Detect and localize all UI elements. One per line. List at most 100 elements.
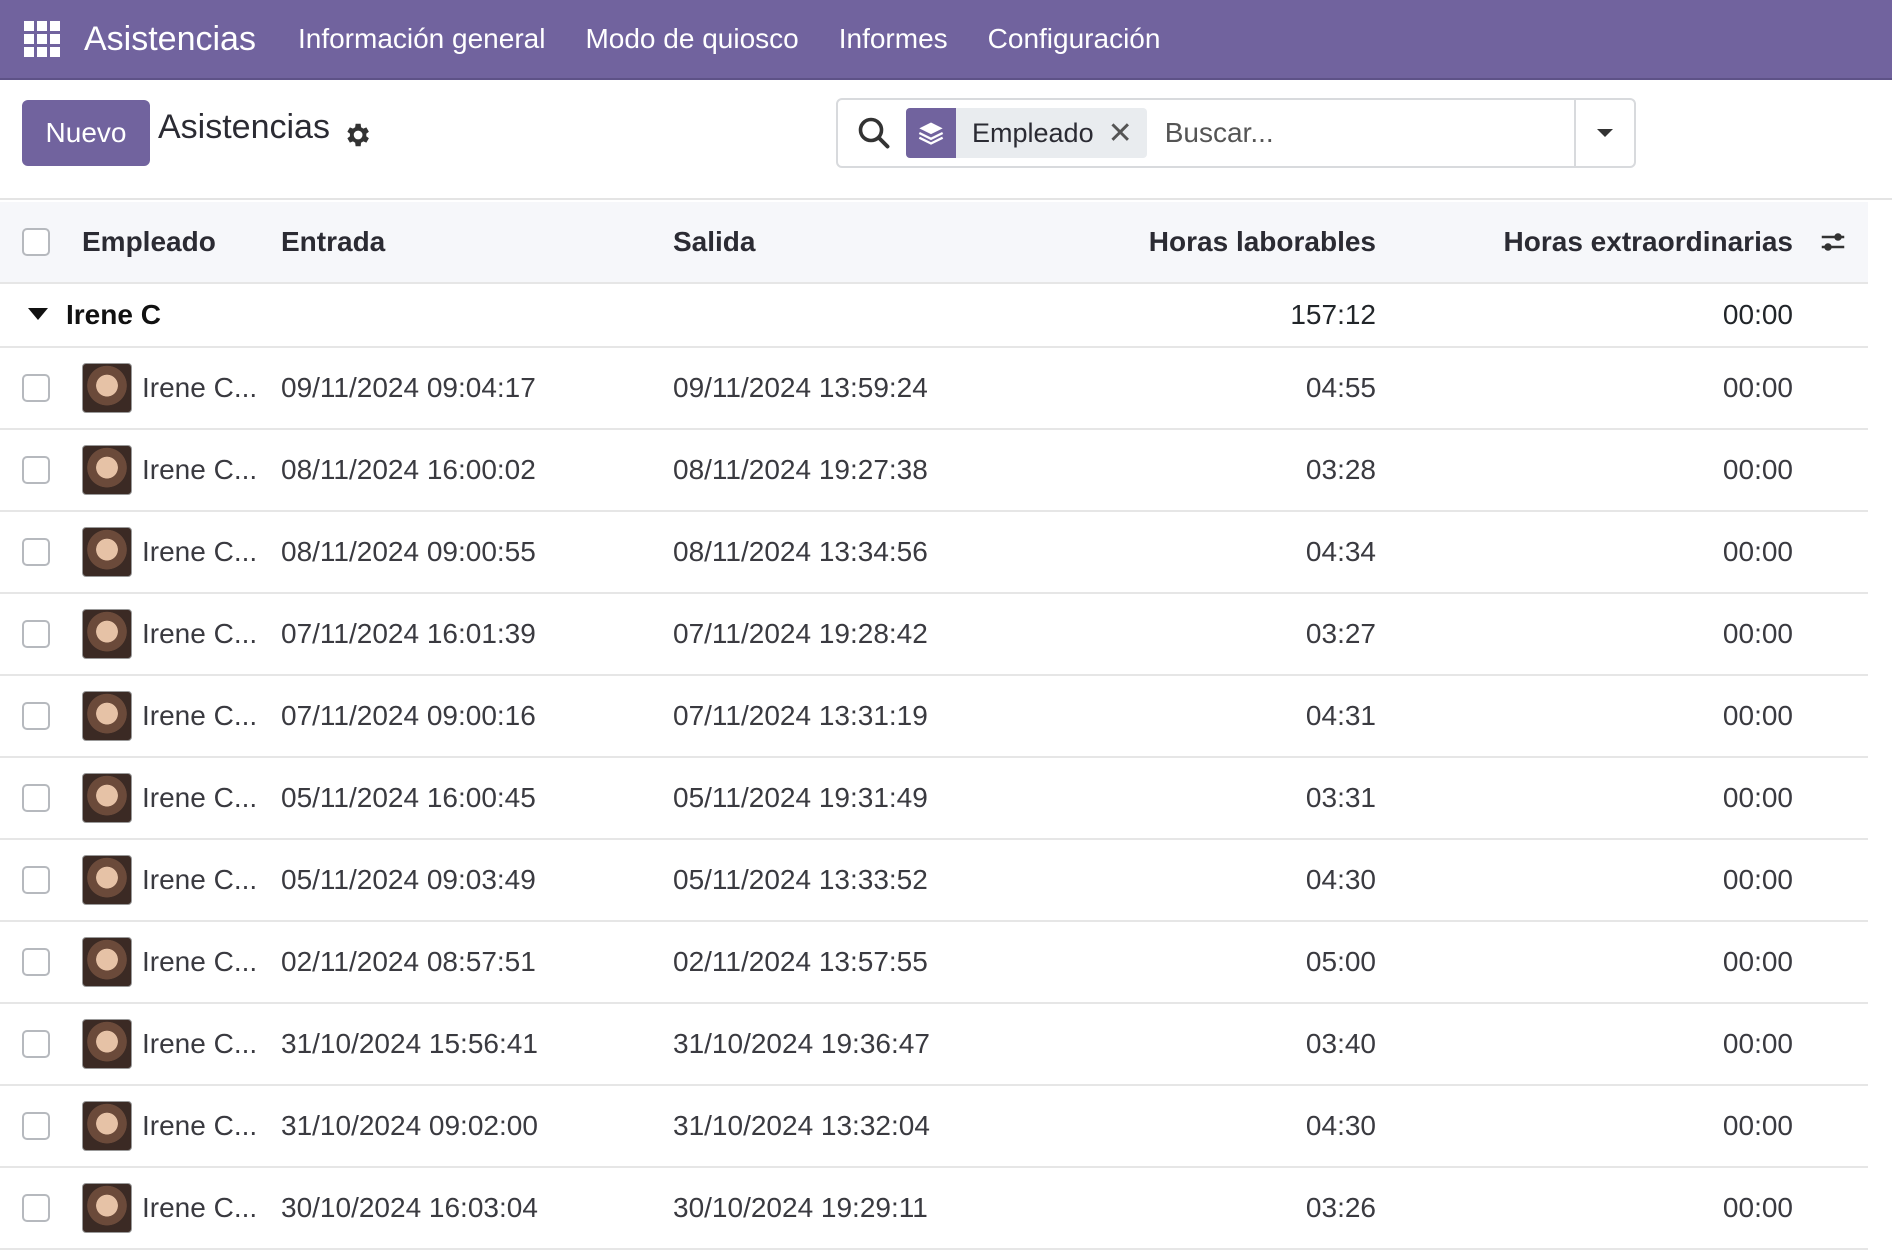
avatar [82, 1183, 132, 1233]
employee-cell: Irene C... [82, 430, 257, 510]
check-in-cell: 05/11/2024 16:00:45 [281, 782, 536, 813]
header-employee[interactable]: Empleado [82, 202, 216, 282]
table-row[interactable]: Irene C... 31/10/2024 09:02:00 31/10/2024 … [0, 1086, 1868, 1168]
gear-icon[interactable] [342, 120, 372, 150]
sliders-icon[interactable] [1818, 227, 1848, 257]
table-row[interactable]: Irene C... 09/11/2024 09:04:17 09/11/2024 … [0, 348, 1868, 430]
row-checkbox[interactable] [22, 702, 50, 730]
employee-cell: Irene C... [82, 922, 257, 1002]
header-check-in[interactable]: Entrada [281, 202, 385, 282]
nav-item-reports[interactable]: Informes [839, 23, 948, 55]
worked-hours-cell: 04:30 [1305, 864, 1376, 895]
employee-name: Irene C... [142, 1110, 258, 1141]
table-row[interactable]: Irene C... 30/10/2024 16:03:04 30/10/2024 … [0, 1168, 1868, 1250]
group-extra-hours: 00:00 [1722, 299, 1793, 330]
table-row[interactable]: Irene C... 07/11/2024 09:00:16 07/11/2024 … [0, 676, 1868, 758]
employee-cell: Irene C... [82, 676, 257, 756]
row-checkbox[interactable] [22, 784, 50, 812]
extra-hours-cell: 00:00 [1722, 782, 1793, 813]
facet-label: Empleado [972, 117, 1094, 148]
worked-hours-cell: 04:30 [1305, 1110, 1376, 1141]
avatar [82, 773, 132, 823]
worked-hours-cell: 04:34 [1305, 536, 1376, 567]
table-row[interactable]: Irene C... 05/11/2024 09:03:49 05/11/2024 … [0, 840, 1868, 922]
row-checkbox[interactable] [22, 1194, 50, 1222]
extra-hours-cell: 00:00 [1722, 1028, 1793, 1059]
page-title: Asistencias [158, 108, 330, 146]
new-button[interactable]: Nuevo [22, 100, 150, 166]
search-input[interactable] [1162, 116, 1574, 150]
search-options-toggle[interactable] [1574, 100, 1634, 166]
check-in-cell: 31/10/2024 09:02:00 [281, 1110, 538, 1141]
employee-name: Irene C... [142, 454, 258, 485]
employee-cell: Irene C... [82, 1004, 257, 1084]
check-out-cell: 07/11/2024 13:31:19 [673, 700, 928, 731]
check-out-cell: 09/11/2024 13:59:24 [673, 372, 928, 403]
table-row[interactable]: Irene C... 31/10/2024 15:56:41 31/10/2024 … [0, 1004, 1868, 1086]
extra-hours-cell: 00:00 [1722, 618, 1793, 649]
row-checkbox[interactable] [22, 620, 50, 648]
table-row[interactable]: Irene C... 07/11/2024 16:01:39 07/11/2024 … [0, 594, 1868, 676]
employee-name: Irene C... [142, 700, 258, 731]
header-worked-hours[interactable]: Horas laborables [1149, 202, 1376, 282]
employee-name: Irene C... [142, 946, 258, 977]
avatar [82, 937, 132, 987]
employee-name: Irene C... [142, 782, 258, 813]
check-in-cell: 08/11/2024 16:00:02 [281, 454, 536, 485]
search-facet-employee: Empleado ✕ [906, 108, 1147, 158]
avatar [82, 445, 132, 495]
extra-hours-cell: 00:00 [1722, 372, 1793, 403]
row-checkbox[interactable] [22, 538, 50, 566]
row-checkbox[interactable] [22, 374, 50, 402]
table-row[interactable]: Irene C... 08/11/2024 16:00:02 08/11/2024 … [0, 430, 1868, 512]
employee-cell: Irene C... [82, 348, 257, 428]
select-all-checkbox[interactable] [22, 228, 50, 256]
table-row[interactable]: Irene C... 02/11/2024 08:57:51 02/11/2024 … [0, 922, 1868, 1004]
app-brand[interactable]: Asistencias [84, 20, 256, 59]
nav-item-general-info[interactable]: Información general [298, 23, 545, 55]
table-row[interactable]: Irene C... 05/11/2024 16:00:45 05/11/2024 … [0, 758, 1868, 840]
nav-item-kiosk-mode[interactable]: Modo de quiosco [585, 23, 798, 55]
avatar [82, 527, 132, 577]
group-row[interactable]: Irene C 157:12 00:00 [0, 284, 1868, 348]
row-checkbox[interactable] [22, 1030, 50, 1058]
check-in-cell: 08/11/2024 09:00:55 [281, 536, 536, 567]
worked-hours-cell: 03:40 [1305, 1028, 1376, 1059]
employee-name: Irene C... [142, 1192, 258, 1223]
worked-hours-cell: 03:31 [1305, 782, 1376, 813]
header-extra-hours[interactable]: Horas extraordinarias [1504, 202, 1793, 282]
avatar [82, 691, 132, 741]
worked-hours-cell: 04:55 [1305, 372, 1376, 403]
employee-cell: Irene C... [82, 594, 257, 674]
table-row[interactable]: Irene C... 08/11/2024 09:00:55 08/11/2024 … [0, 512, 1868, 594]
check-in-cell: 02/11/2024 08:57:51 [281, 946, 536, 977]
worked-hours-cell: 03:26 [1305, 1192, 1376, 1223]
layers-icon [906, 108, 956, 158]
header-check-out[interactable]: Salida [673, 202, 755, 282]
caret-down-icon [1597, 129, 1613, 137]
employee-name: Irene C... [142, 864, 258, 895]
row-checkbox[interactable] [22, 948, 50, 976]
apps-grid-icon[interactable] [24, 21, 60, 57]
extra-hours-cell: 00:00 [1722, 946, 1793, 977]
row-checkbox[interactable] [22, 1112, 50, 1140]
close-icon[interactable]: ✕ [1108, 116, 1147, 151]
employee-cell: Irene C... [82, 758, 257, 838]
worked-hours-cell: 03:28 [1305, 454, 1376, 485]
nav-item-configuration[interactable]: Configuración [988, 23, 1161, 55]
row-checkbox[interactable] [22, 456, 50, 484]
avatar [82, 609, 132, 659]
avatar [82, 363, 132, 413]
employee-name: Irene C... [142, 618, 258, 649]
group-worked-hours: 157:12 [1290, 299, 1376, 330]
top-navbar: Asistencias Información general Modo de … [0, 0, 1892, 80]
employee-cell: Irene C... [82, 840, 257, 920]
check-in-cell: 07/11/2024 09:00:16 [281, 700, 536, 731]
worked-hours-cell: 05:00 [1305, 946, 1376, 977]
search-icon[interactable] [856, 115, 892, 151]
row-checkbox[interactable] [22, 866, 50, 894]
check-out-cell: 08/11/2024 13:34:56 [673, 536, 928, 567]
group-name: Irene C [66, 299, 161, 330]
table-header: Empleado Entrada Salida Horas laborables… [0, 202, 1868, 284]
worked-hours-cell: 03:27 [1305, 618, 1376, 649]
